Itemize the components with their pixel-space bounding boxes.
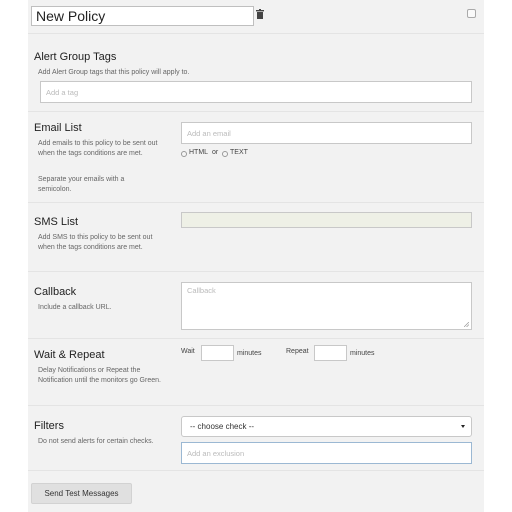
repeat-label: Repeat — [286, 348, 309, 355]
wait-unit-label: minutes — [237, 350, 262, 357]
divider — [28, 111, 484, 112]
format-text-radio[interactable] — [222, 151, 228, 157]
wait-repeat-help: Delay Notifications or Repeat the Notifi… — [38, 367, 161, 384]
divider — [28, 470, 484, 471]
email-input[interactable]: Add an email — [181, 122, 472, 144]
alert-group-tags-heading: Alert Group Tags — [34, 51, 117, 63]
format-html-radio[interactable] — [181, 151, 187, 157]
divider — [28, 202, 484, 203]
callback-help: Include a callback URL. — [38, 304, 112, 311]
chevron-down-icon — [461, 425, 465, 428]
repeat-unit-label: minutes — [350, 350, 375, 357]
resize-handle-icon[interactable] — [464, 322, 469, 327]
email-list-heading: Email List — [34, 122, 82, 134]
policy-name-input[interactable]: New Policy — [31, 6, 254, 26]
choose-check-value: -- choose check -- — [190, 422, 255, 431]
repeat-minutes-input[interactable] — [314, 345, 347, 361]
filters-heading: Filters — [34, 420, 64, 432]
callback-placeholder: Callback — [187, 286, 216, 295]
choose-check-select[interactable]: -- choose check -- — [181, 416, 472, 437]
wait-minutes-input[interactable] — [201, 345, 234, 361]
format-or-label: or — [212, 149, 219, 156]
divider — [28, 33, 484, 34]
tag-input[interactable]: Add a tag — [40, 81, 472, 103]
email-list-help: Add emails to this policy to be sent out… — [38, 140, 158, 157]
wait-label: Wait — [181, 348, 195, 355]
sms-list-heading: SMS List — [34, 216, 79, 228]
wait-repeat-heading: Wait & Repeat — [34, 349, 105, 361]
email-list-separator-help: Separate your emails with a semicolon. — [38, 176, 125, 193]
format-html-label: HTML — [189, 149, 209, 156]
sms-input[interactable] — [181, 212, 472, 228]
policy-select-checkbox[interactable] — [467, 9, 476, 18]
trash-icon[interactable] — [256, 9, 264, 19]
sms-list-help: Add SMS to this policy to be sent out wh… — [38, 234, 153, 251]
divider — [28, 338, 484, 339]
filters-help: Do not send alerts for certain checks. — [38, 438, 154, 445]
exclusion-input[interactable]: Add an exclusion — [181, 442, 472, 464]
callback-textarea[interactable]: Callback — [181, 282, 472, 330]
divider — [28, 405, 484, 406]
send-test-messages-button[interactable]: Send Test Messages — [31, 483, 132, 504]
divider — [28, 271, 484, 272]
format-text-label: TEXT — [230, 149, 248, 156]
callback-heading: Callback — [34, 286, 77, 298]
alert-group-tags-help: Add Alert Group tags that this policy wi… — [38, 69, 190, 76]
